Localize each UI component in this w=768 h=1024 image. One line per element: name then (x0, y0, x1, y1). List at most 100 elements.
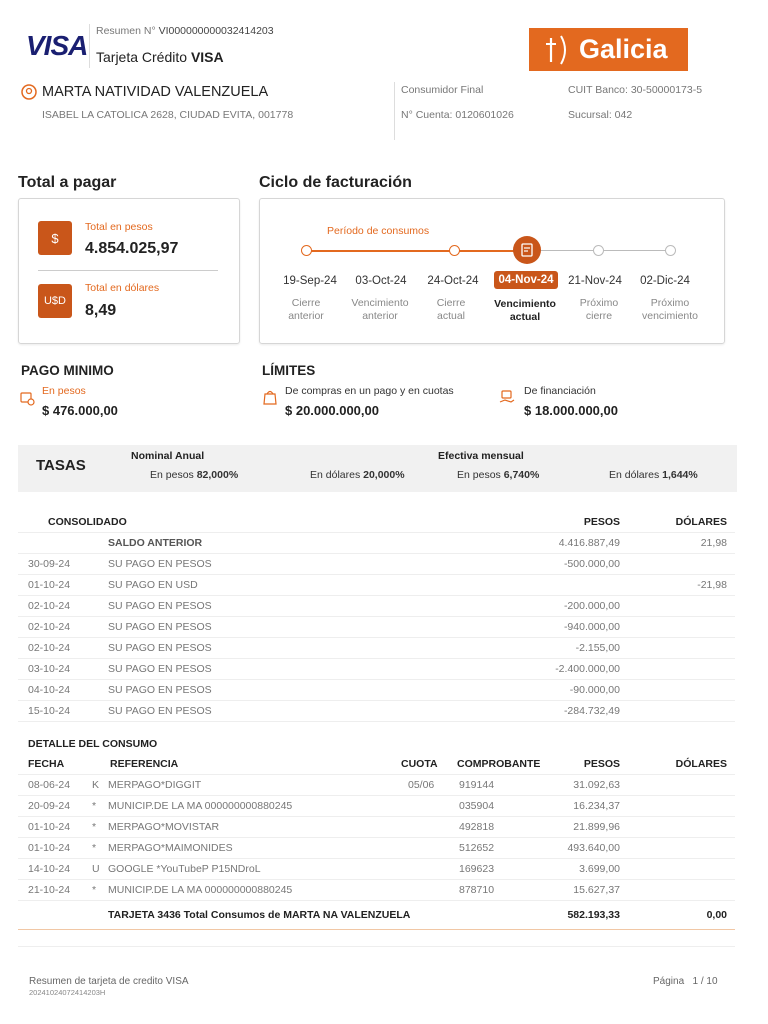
period-line (310, 250, 456, 252)
ciclo-title: Ciclo de facturación (259, 174, 412, 191)
efectiva-title: Efectiva mensual (438, 450, 524, 462)
marca: * (92, 842, 97, 854)
fecha: 02-10-24 (28, 600, 71, 612)
marca: K (92, 779, 100, 791)
col-fecha: FECHA (28, 758, 65, 770)
account-number: N° Cuenta: 0120601026 (401, 109, 514, 121)
sucursal: Sucursal: 042 (568, 109, 633, 121)
consolidado-row: 02-10-24 SU PAGO EN PESOS -200.000,00 (18, 596, 735, 617)
cuit-banco: CUIT Banco: 30-50000173-5 (568, 84, 703, 96)
dolares: -21,98 (697, 579, 727, 591)
tasas-title: TASAS (36, 457, 86, 474)
descripcion: SU PAGO EN USD (108, 579, 198, 591)
comprobante: 512652 (459, 842, 495, 854)
footer-text: Resumen de tarjeta de credito VISA (29, 976, 189, 987)
fecha: 01-10-24 (28, 821, 71, 833)
total-dolares: 0,00 (706, 909, 727, 921)
col-comprobante: COMPROBANTE (457, 758, 541, 770)
col-cuota: CUOTA (401, 758, 438, 770)
detalle-row: 20-09-24 * MUNICIP.DE LA MA 00000000088024… (18, 796, 735, 817)
referencia: GOOGLE *YouTubeP P15NDroL (108, 863, 261, 875)
total-box: $ Total en pesos 4.854.025,97 U$D Total … (18, 198, 240, 344)
detalle-row: 08-06-24 K MERPAGO*DIGGIT 05/06 919144 31.092… (18, 775, 735, 796)
step-dot (593, 245, 604, 256)
descripcion: SALDO ANTERIOR (108, 537, 203, 549)
consolidado-row: 30-09-24 SU PAGO EN PESOS -500.000,00 (18, 554, 735, 575)
peso-icon: $ (38, 221, 72, 255)
dolares: 21,98 (700, 537, 727, 549)
fecha: 15-10-24 (28, 705, 71, 717)
consolidado-row: 01-10-24 SU PAGO EN USD -21,98 (18, 575, 735, 596)
comprobante: 919144 (459, 779, 495, 791)
descripcion: SU PAGO EN PESOS (108, 705, 212, 717)
step-date: 03-Oct-24 (355, 275, 407, 287)
period-label: Período de consumos (327, 225, 430, 237)
fecha: 01-10-24 (28, 579, 71, 591)
marca: * (92, 821, 97, 833)
descripcion: SU PAGO EN PESOS (108, 684, 212, 696)
total-label: TARJETA 3436 Total Consumos de MARTA NA … (108, 909, 411, 921)
col-dolares: DÓLARES (675, 758, 727, 770)
step-date: 21-Nov-24 (568, 275, 622, 287)
pago-minimo-title: PAGO MINIMO (21, 363, 114, 378)
pesos: -940.000,00 (563, 621, 620, 633)
descripcion: SU PAGO EN PESOS (108, 621, 212, 633)
limite-financiacion-label: De financiación (524, 385, 596, 397)
nominal-pesos: En pesos 82,000% (150, 469, 239, 481)
detalle-total-row: TARJETA 3436 Total Consumos de MARTA NA … (18, 904, 735, 930)
col-pesos: PESOS (583, 758, 620, 770)
pesos: 21.899,96 (573, 821, 620, 833)
fecha: 14-10-24 (28, 863, 71, 875)
detalle-row: 01-10-24 * MERPAGO*MAIMONIDES 512652 493.640… (18, 838, 735, 859)
current-step-label: Vencimiento actual (494, 298, 556, 323)
pesos: 15.627,37 (573, 884, 620, 896)
fecha: 03-10-24 (28, 663, 71, 675)
total-dolares-value: 8,49 (85, 302, 117, 319)
consolidado-row: 15-10-24 SU PAGO EN PESOS -284.732,49 (18, 701, 735, 722)
galicia-emblem-icon (546, 35, 566, 64)
footer-divider (18, 946, 735, 947)
total-pesos-label: Total en pesos (85, 221, 153, 233)
consolidado-title: CONSOLIDADO (48, 516, 127, 528)
dollar-icon: U$D (38, 284, 72, 318)
detalle-row: 14-10-24 U GOOGLE *YouTubeP P15NDroL 169623… (18, 859, 735, 880)
resumen-number: Resumen N° VI000000000032414203 (96, 25, 274, 37)
pesos: 31.092,63 (573, 779, 620, 791)
total-pesos-value: 4.854.025,97 (85, 240, 179, 257)
fecha: 30-09-24 (28, 558, 71, 570)
step-dot (665, 245, 676, 256)
nominal-dolares: En dólares 20,000% (310, 469, 405, 481)
total-title: Total a pagar (18, 174, 117, 191)
step-date: 24-Oct-24 (427, 275, 479, 287)
marca: * (92, 884, 97, 896)
total-dolares-label: Total en dólares (85, 282, 160, 294)
info-divider (394, 82, 395, 140)
total-pesos: 582.193,33 (567, 909, 620, 921)
step-label: Próximo vencimiento (641, 297, 699, 322)
galicia-logo: Galicia (529, 28, 688, 71)
fecha: 02-10-24 (28, 642, 71, 654)
header-divider (89, 24, 90, 68)
referencia: MUNICIP.DE LA MA 000000000880245 (108, 884, 293, 896)
user-icon (21, 84, 37, 105)
pago-minimo-value: $ 476.000,00 (42, 403, 118, 418)
consolidado-row: SALDO ANTERIOR 4.416.887,49 21,98 (18, 533, 735, 554)
limite-financiacion-value: $ 18.000.000,00 (524, 403, 618, 418)
referencia: MUNICIP.DE LA MA 000000000880245 (108, 800, 293, 812)
step-label: Próximo cierre (579, 297, 619, 322)
holder-address: ISABEL LA CATOLICA 2628, CIUDAD EVITA, 0… (42, 109, 294, 121)
detalle-title: DETALLE DEL CONSUMO (28, 738, 158, 750)
fecha: 21-10-24 (28, 884, 71, 896)
current-step-icon (513, 236, 541, 264)
marca: U (92, 863, 100, 875)
shopping-bag-icon (262, 388, 278, 411)
visa-logo: VISA (26, 30, 88, 61)
current-step-date: 04-Nov-24 (494, 271, 558, 289)
financing-icon (499, 388, 515, 411)
efectiva-dolares: En dólares 1,644% (609, 469, 698, 481)
marca: * (92, 800, 97, 812)
footer-code: 20241024072414203H (29, 988, 106, 997)
pesos: -2.400.000,00 (555, 663, 620, 675)
pesos: -200.000,00 (563, 600, 620, 612)
card-type: Tarjeta Crédito VISA (96, 49, 224, 65)
